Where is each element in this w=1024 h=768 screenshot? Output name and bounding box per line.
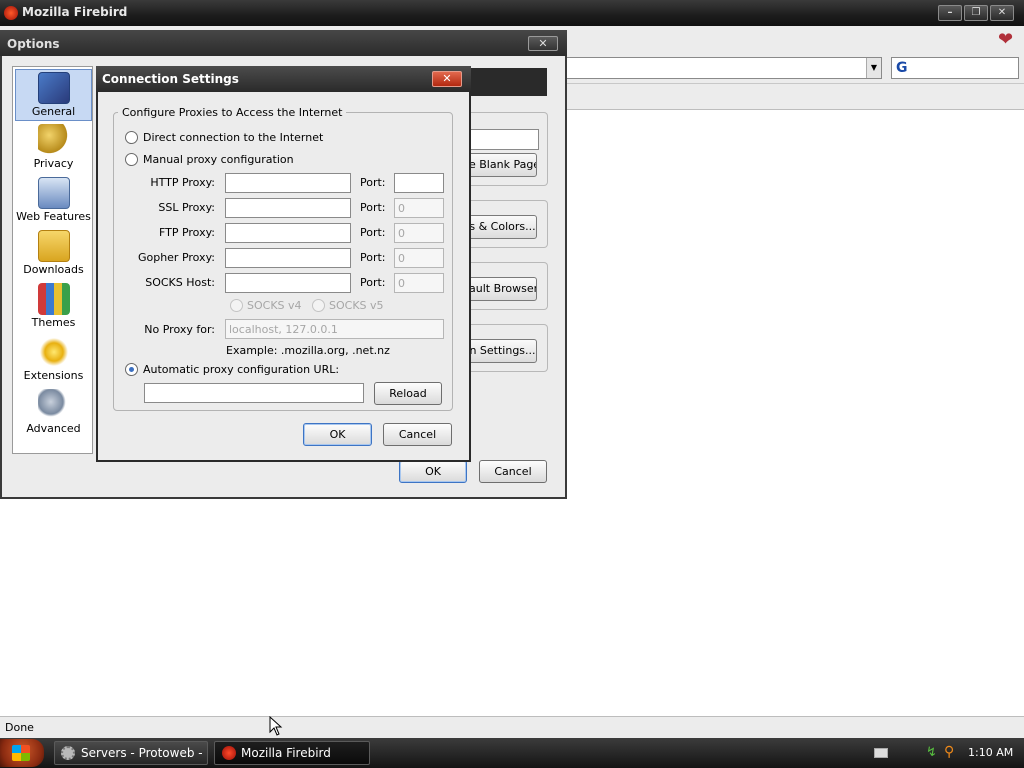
sidebar-item-label: Downloads <box>23 263 84 276</box>
gopher-port-input[interactable]: 0 <box>394 248 444 268</box>
sidebar-item-general[interactable]: General <box>15 69 92 121</box>
socks-host-label: SOCKS Host: <box>145 276 215 289</box>
web-features-icon <box>37 177 70 209</box>
dialog-close-button[interactable]: ✕ <box>432 71 462 87</box>
browser-title: Mozilla Firebird <box>22 5 128 19</box>
no-proxy-example: Example: .mozilla.org, .net.nz <box>226 344 390 357</box>
port-label: Port: <box>360 226 386 239</box>
windows-logo-icon <box>12 745 30 761</box>
sidebar-item-label: Privacy <box>33 157 74 170</box>
manual-proxy-label[interactable]: Manual proxy configuration <box>143 153 294 166</box>
http-proxy-input[interactable] <box>225 173 351 193</box>
ftp-proxy-input[interactable] <box>225 223 351 243</box>
themes-icon <box>37 283 70 315</box>
sidebar-item-label: Themes <box>31 316 76 329</box>
firebird-logo-icon <box>4 6 18 20</box>
minimize-button[interactable]: – <box>938 5 962 21</box>
dialog-title: Connection Settings <box>102 72 239 86</box>
auto-proxy-radio[interactable] <box>125 363 138 376</box>
port-label: Port: <box>360 276 386 289</box>
options-ok-button[interactable]: OK <box>399 460 467 483</box>
sidebar-item-advanced[interactable]: Advanced <box>15 387 92 439</box>
throbber-icon: ❤ <box>998 29 1014 50</box>
ftp-port-input[interactable]: 0 <box>394 223 444 243</box>
socks-v5-label: SOCKS v5 <box>329 299 384 312</box>
socks-port-input[interactable]: 0 <box>394 273 444 293</box>
http-port-input[interactable] <box>394 173 444 193</box>
general-icon <box>37 72 70 104</box>
taskbar-item-firebird[interactable]: Mozilla Firebird <box>214 741 370 765</box>
auto-proxy-url-input[interactable] <box>144 383 364 403</box>
socks-v4-label: SOCKS v4 <box>247 299 302 312</box>
gopher-proxy-input[interactable] <box>225 248 351 268</box>
taskbar-item-label: Servers - Protoweb - ... <box>81 746 208 760</box>
extensions-icon <box>37 336 70 368</box>
auto-proxy-label[interactable]: Automatic proxy configuration URL: <box>143 363 339 376</box>
socks-host-input[interactable] <box>225 273 351 293</box>
direct-connection-label[interactable]: Direct connection to the Internet <box>143 131 323 144</box>
no-proxy-label: No Proxy for: <box>144 323 215 336</box>
port-label: Port: <box>360 176 386 189</box>
sidebar-item-label: General <box>31 105 76 118</box>
gears-icon <box>61 746 75 760</box>
dialog-cancel-button[interactable]: Cancel <box>383 423 452 446</box>
downloads-folder-icon <box>37 230 70 262</box>
sidebar-item-label: Extensions <box>23 369 84 382</box>
status-text: Done <box>5 721 34 734</box>
port-label: Port: <box>360 251 386 264</box>
taskbar-item-label: Mozilla Firebird <box>241 746 331 760</box>
port-label: Port: <box>360 201 386 214</box>
options-pane-header <box>470 68 547 96</box>
privacy-key-icon <box>37 124 70 156</box>
http-proxy-label: HTTP Proxy: <box>150 176 215 189</box>
proxy-group-label: Configure Proxies to Access the Internet <box>118 106 347 119</box>
options-sidebar: General Privacy Web Features Downloads T… <box>12 66 93 454</box>
status-bar: Done <box>0 716 1024 738</box>
sidebar-item-label: Web Features <box>16 210 91 223</box>
options-title: Options <box>7 37 60 51</box>
options-titlebar[interactable]: Options <box>0 30 567 56</box>
system-clock: 1:10 AM <box>968 746 1014 759</box>
firebird-icon <box>222 746 236 760</box>
browser-titlebar[interactable]: Mozilla Firebird – ❐ ✕ <box>0 0 1024 26</box>
ftp-proxy-label: FTP Proxy: <box>158 226 215 239</box>
close-button[interactable]: ✕ <box>990 5 1014 21</box>
manual-proxy-radio[interactable] <box>125 153 138 166</box>
ssl-port-input[interactable]: 0 <box>394 198 444 218</box>
socks-v4-radio[interactable] <box>230 299 243 312</box>
bookmarks-toolbar <box>560 84 1024 110</box>
dialog-ok-button[interactable]: OK <box>303 423 372 446</box>
restore-button[interactable]: ❐ <box>964 5 988 21</box>
options-close-button[interactable]: ✕ <box>528 36 558 51</box>
sidebar-item-privacy[interactable]: Privacy <box>15 122 92 174</box>
sidebar-item-themes[interactable]: Themes <box>15 281 92 333</box>
sidebar-item-downloads[interactable]: Downloads <box>15 228 92 280</box>
url-dropdown-button[interactable]: ▼ <box>866 58 881 78</box>
sidebar-item-extensions[interactable]: Extensions <box>15 334 92 386</box>
direct-connection-radio[interactable] <box>125 131 138 144</box>
socks-v5-radio[interactable] <box>312 299 325 312</box>
taskbar-item-servers[interactable]: Servers - Protoweb - ... <box>54 741 208 765</box>
ssl-proxy-label: SSL Proxy: <box>158 201 215 214</box>
connection-settings-titlebar[interactable]: Connection Settings <box>96 66 471 92</box>
no-proxy-input[interactable]: localhost, 127.0.0.1 <box>225 319 444 339</box>
gopher-proxy-label: Gopher Proxy: <box>137 251 215 264</box>
search-tray-icon[interactable]: ⚲ <box>944 744 954 760</box>
mouse-cursor-icon <box>269 716 283 736</box>
url-input[interactable] <box>560 57 882 79</box>
home-page-location-input[interactable] <box>470 129 539 150</box>
options-cancel-button[interactable]: Cancel <box>479 460 547 483</box>
keyboard-icon[interactable] <box>874 748 888 758</box>
advanced-gears-icon <box>37 389 70 421</box>
start-button[interactable] <box>0 739 44 767</box>
ssl-proxy-input[interactable] <box>225 198 351 218</box>
reload-button[interactable]: Reload <box>374 382 442 405</box>
sidebar-item-web-features[interactable]: Web Features <box>15 175 92 227</box>
search-input[interactable]: G <box>891 57 1019 79</box>
network-icon[interactable]: ↯ <box>926 745 937 760</box>
sidebar-item-label: Advanced <box>26 422 81 435</box>
search-engine-icon[interactable]: G <box>896 60 914 76</box>
